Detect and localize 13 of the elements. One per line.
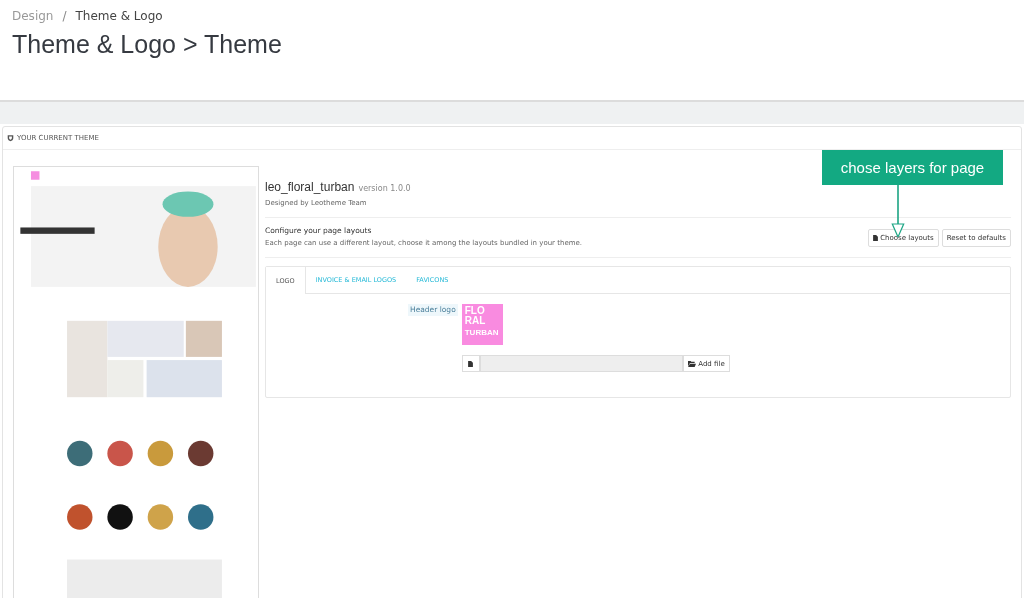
file-icon bbox=[873, 235, 879, 241]
theme-version: version 1.0.0 bbox=[358, 184, 411, 193]
folder-icon bbox=[688, 360, 697, 367]
breadcrumb-item: Theme & Logo bbox=[75, 9, 163, 23]
file-input-field[interactable] bbox=[479, 355, 684, 372]
file-icon bbox=[461, 355, 480, 372]
breadcrumb-separator: / bbox=[62, 9, 67, 23]
logo-image: FLO RAL TURBAN bbox=[461, 304, 503, 345]
page-title: Theme & Logo > Theme bbox=[12, 30, 283, 59]
shield-icon bbox=[7, 134, 14, 142]
theme-name: leo_floral_turban bbox=[265, 180, 355, 194]
callout-label: chose layers for page bbox=[822, 150, 1003, 185]
callout-arrow bbox=[888, 185, 908, 237]
